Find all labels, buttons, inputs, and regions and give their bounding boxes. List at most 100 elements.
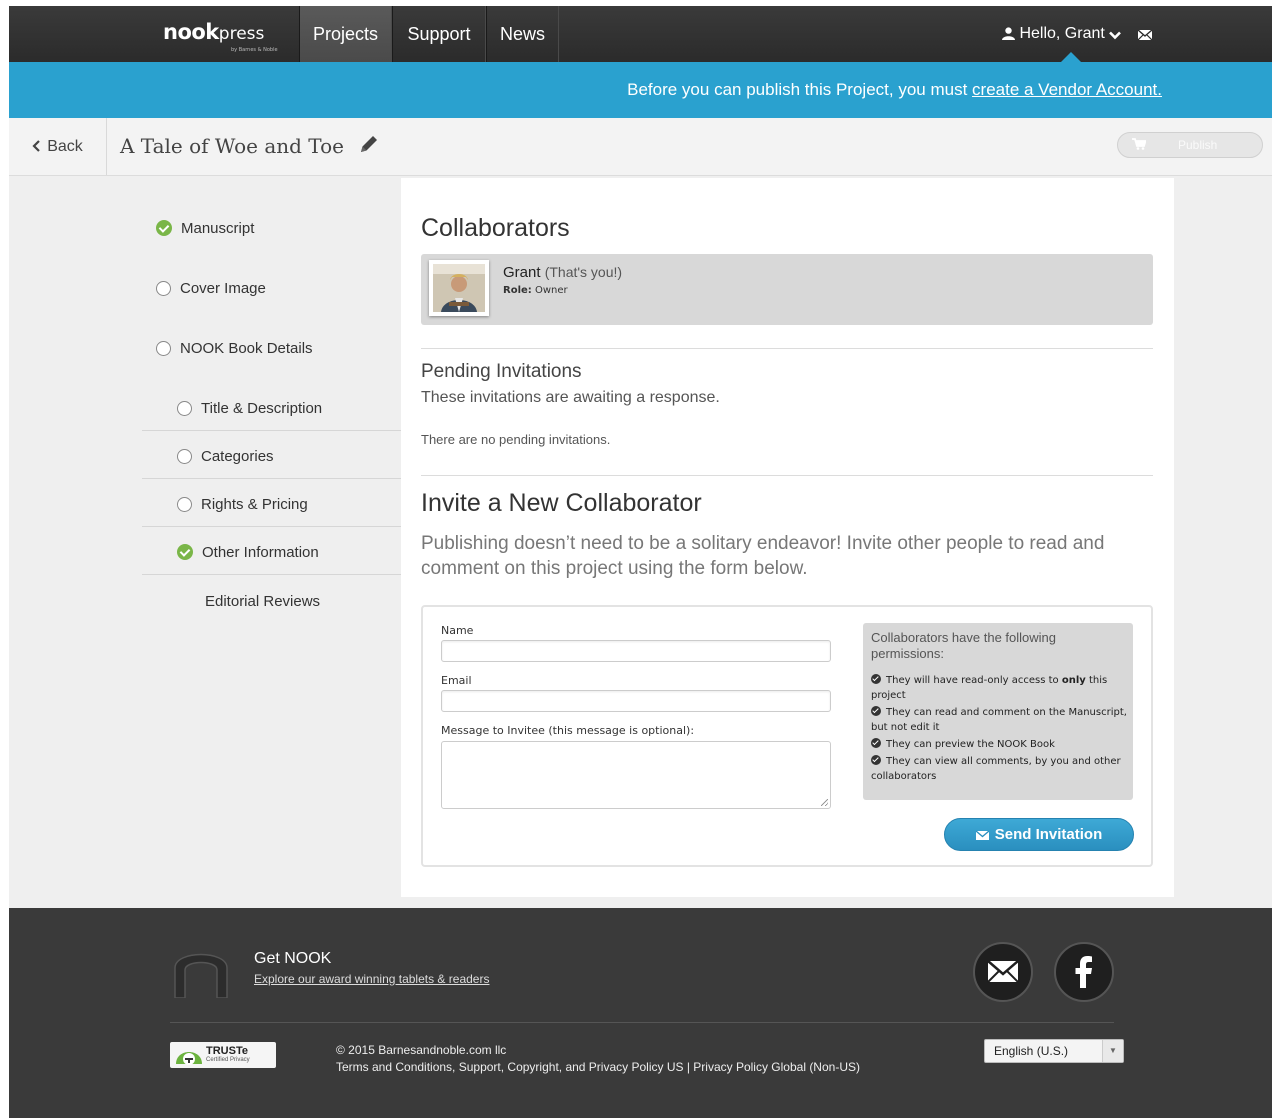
dropdown-arrow-icon: ▼ (1102, 1040, 1123, 1062)
user-greeting: Hello, Grant (1019, 25, 1105, 42)
sidebar-item-categories[interactable]: Categories (177, 448, 274, 465)
truste-logo-icon (176, 1052, 202, 1065)
facebook-social-button[interactable] (1054, 942, 1114, 1002)
permissions-title: Collaborators have the following permiss… (871, 630, 1056, 661)
language-value: English (U.S.) (994, 1044, 1069, 1058)
collaborators-heading: Collaborators (421, 214, 570, 242)
chevron-down-icon (1109, 31, 1122, 40)
permission-item: They can view all comments, by you and o… (871, 754, 1127, 784)
get-nook-heading: Get NOOK (254, 950, 332, 967)
truste-subtitle: Certified Privacy (206, 1057, 250, 1063)
sidebar-item-nook-book-details[interactable]: NOOK Book Details (156, 340, 313, 357)
copyright-block: © 2015 Barnesandnoble.com llc Terms and … (336, 1042, 860, 1076)
sidebar-item-label: Manuscript (181, 220, 255, 237)
logo-word: nook (163, 20, 219, 44)
chevron-left-icon (32, 140, 40, 152)
sidebar-item-label: Categories (201, 448, 274, 465)
permission-text: They can preview the NOOK Book (886, 739, 1055, 750)
mail-icon (975, 830, 990, 840)
section-divider (421, 475, 1153, 476)
collaborator-name: Grant (That's you!) (503, 264, 622, 281)
truste-title: TRUSTe (206, 1045, 248, 1057)
empty-circle-icon (177, 497, 192, 512)
pending-invitations-heading: Pending Invitations (421, 361, 582, 382)
empty-circle-icon (156, 341, 171, 356)
collaborator-note: (That's you!) (544, 264, 623, 280)
empty-circle-icon (177, 449, 192, 464)
invite-form: Name Email Message to Invitee (this mess… (421, 605, 1153, 867)
publish-button[interactable]: Publish (1117, 132, 1263, 158)
legal-links[interactable]: Terms and Conditions, Support, Copyright… (336, 1059, 860, 1076)
explore-tablets-link[interactable]: Explore our award winning tablets & read… (254, 972, 489, 986)
resize-grip-icon[interactable] (821, 799, 828, 806)
sidebar-item-other-information[interactable]: Other Information (177, 544, 319, 561)
create-vendor-account-link[interactable]: create a Vendor Account. (972, 80, 1162, 99)
project-title: A Tale of Woe and Toe (120, 118, 380, 175)
permission-item: They will have read-only access to only … (871, 673, 1127, 703)
sidebar-item-rights-pricing[interactable]: Rights & Pricing (177, 496, 308, 513)
message-textarea[interactable] (441, 741, 831, 809)
nav-pointer (1061, 52, 1081, 62)
permissions-list: They will have read-only access to only … (871, 673, 1127, 786)
project-title-bar: Back A Tale of Woe and Toe Publish (9, 118, 1272, 176)
logo-word-press: press (218, 24, 265, 44)
collaborator-card: Grant (That's you!) Role: Owner (421, 254, 1153, 325)
mail-icon (987, 960, 1019, 983)
send-invitation-button[interactable]: Send Invitation (944, 818, 1134, 851)
permission-emphasis: only (1061, 675, 1086, 686)
avatar (429, 260, 489, 316)
avatar-photo (433, 264, 485, 312)
pencil-icon[interactable] (358, 133, 380, 155)
copyright-text: © 2015 Barnesandnoble.com llc (336, 1043, 507, 1057)
email-label: Email (441, 674, 472, 687)
sidebar-divider (142, 574, 401, 575)
check-circle-icon (177, 544, 193, 560)
sidebar-item-label: Rights & Pricing (201, 496, 308, 513)
permission-text: They can view all comments, by you and o… (871, 756, 1121, 782)
permissions-box: Collaborators have the following permiss… (863, 623, 1133, 800)
pending-invitations-empty: There are no pending invitations. (421, 432, 611, 447)
user-icon (1002, 27, 1015, 40)
collaborators-panel: Collaborators Grant (That's you!) Role: … (401, 178, 1174, 897)
permission-text: They will have read-only access to (886, 675, 1062, 686)
sidebar-item-manuscript[interactable]: Manuscript (156, 220, 254, 237)
mail-icon[interactable] (1137, 29, 1153, 41)
sidebar-divider (142, 526, 401, 527)
nav-tab-support[interactable]: Support (392, 6, 486, 62)
footer-divider (170, 1022, 1114, 1023)
sidebar-item-label: Title & Description (201, 400, 323, 417)
banner-text: Before you can publish this Project, you… (627, 80, 973, 99)
language-select[interactable]: English (U.S.) ▼ (984, 1039, 1124, 1063)
top-navigation: nookpress by Barnes & Noble Projects Sup… (9, 6, 1272, 62)
nookpress-logo[interactable]: nookpress by Barnes & Noble (163, 20, 278, 60)
collaborator-name-text: Grant (503, 264, 541, 281)
sidebar-item-label: Editorial Reviews (205, 593, 321, 610)
role-label: Role: (503, 285, 532, 296)
check-circle-icon (871, 755, 881, 765)
sidebar-item-editorial-reviews[interactable]: Editorial Reviews (205, 593, 320, 610)
name-input[interactable] (441, 640, 831, 662)
invite-heading: Invite a New Collaborator (421, 489, 702, 517)
cart-icon (1132, 138, 1146, 150)
sidebar-item-cover-image[interactable]: Cover Image (156, 280, 266, 297)
permission-text: They can read and comment on the Manuscr… (871, 707, 1127, 733)
permission-item: They can preview the NOOK Book (871, 737, 1127, 752)
pending-invitations-subtitle: These invitations are awaiting a respons… (421, 389, 720, 406)
email-social-button[interactable] (973, 942, 1033, 1002)
back-button[interactable]: Back (9, 118, 107, 175)
nav-tab-projects[interactable]: Projects (299, 6, 392, 62)
check-circle-icon (871, 738, 881, 748)
nook-arch-icon[interactable] (171, 938, 231, 998)
vendor-account-banner: Before you can publish this Project, you… (9, 62, 1272, 118)
truste-badge[interactable]: TRUSTe Certified Privacy (170, 1042, 276, 1068)
nav-tab-news[interactable]: News (486, 6, 559, 62)
role-value: Owner (534, 285, 568, 296)
sidebar-item-title-description[interactable]: Title & Description (177, 400, 322, 417)
sidebar-divider (142, 478, 401, 479)
back-label: Back (47, 138, 83, 155)
footer: Get NOOK Explore our award winning table… (9, 908, 1272, 1118)
permission-item: They can read and comment on the Manuscr… (871, 705, 1127, 735)
sidebar-item-label: Other Information (202, 544, 319, 561)
email-input[interactable] (441, 690, 831, 712)
logo-subtitle: by Barnes & Noble (231, 47, 278, 53)
